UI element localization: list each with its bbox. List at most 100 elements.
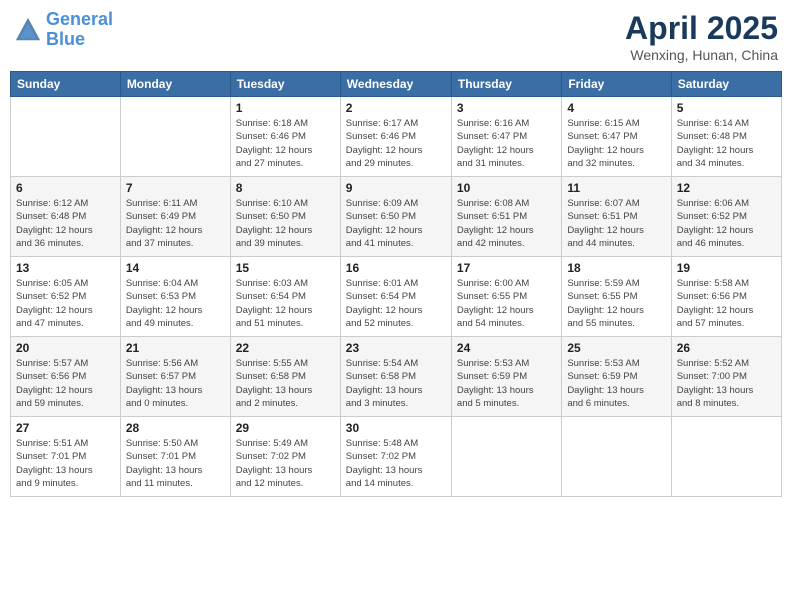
day-number: 2 bbox=[346, 101, 446, 115]
day-number: 9 bbox=[346, 181, 446, 195]
day-number: 22 bbox=[236, 341, 335, 355]
logo-icon bbox=[14, 16, 42, 44]
day-number: 8 bbox=[236, 181, 335, 195]
day-info: Sunrise: 6:17 AM Sunset: 6:46 PM Dayligh… bbox=[346, 117, 446, 170]
day-info: Sunrise: 5:48 AM Sunset: 7:02 PM Dayligh… bbox=[346, 437, 446, 490]
calendar-cell: 7 Sunrise: 6:11 AM Sunset: 6:49 PM Daylig… bbox=[120, 177, 230, 257]
calendar-cell: 5 Sunrise: 6:14 AM Sunset: 6:48 PM Daylig… bbox=[671, 97, 781, 177]
day-info: Sunrise: 6:07 AM Sunset: 6:51 PM Dayligh… bbox=[567, 197, 665, 250]
day-info: Sunrise: 5:55 AM Sunset: 6:58 PM Dayligh… bbox=[236, 357, 335, 410]
day-info: Sunrise: 6:03 AM Sunset: 6:54 PM Dayligh… bbox=[236, 277, 335, 330]
day-header-friday: Friday bbox=[562, 72, 671, 97]
day-info: Sunrise: 6:16 AM Sunset: 6:47 PM Dayligh… bbox=[457, 117, 556, 170]
day-number: 14 bbox=[126, 261, 225, 275]
day-info: Sunrise: 6:18 AM Sunset: 6:46 PM Dayligh… bbox=[236, 117, 335, 170]
week-row-2: 6Sunrise: 6:12 AM Sunset: 6:48 PM Daylig… bbox=[11, 177, 782, 257]
day-number: 27 bbox=[16, 421, 115, 435]
month-title: April 2025 bbox=[625, 10, 778, 47]
logo: General Blue bbox=[14, 10, 113, 50]
week-row-4: 20 Sunrise: 5:57 AM Sunset: 6:56 PM Dayli… bbox=[11, 337, 782, 417]
day-number: 24 bbox=[457, 341, 556, 355]
day-info: Sunrise: 5:51 AM Sunset: 7:01 PM Dayligh… bbox=[16, 437, 115, 490]
day-header-thursday: Thursday bbox=[451, 72, 561, 97]
day-number: 25 bbox=[567, 341, 665, 355]
week-row-1: 1 Sunrise: 6:18 AM Sunset: 6:46 PM Daylig… bbox=[11, 97, 782, 177]
calendar-cell: 26 Sunrise: 5:52 AM Sunset: 7:00 PM Dayli… bbox=[671, 337, 781, 417]
day-header-sunday: Sunday bbox=[11, 72, 121, 97]
day-number: 11 bbox=[567, 181, 665, 195]
day-info: Sunrise: 6:00 AM Sunset: 6:55 PM Dayligh… bbox=[457, 277, 556, 330]
calendar-cell: 3Sunrise: 6:16 AM Sunset: 6:47 PM Daylig… bbox=[451, 97, 561, 177]
calendar-cell: 13 Sunrise: 6:05 AM Sunset: 6:52 PM Dayli… bbox=[11, 257, 121, 337]
page-header: General Blue April 2025 Wenxing, Hunan, … bbox=[10, 10, 782, 63]
day-number: 12 bbox=[677, 181, 776, 195]
day-info: Sunrise: 6:01 AM Sunset: 6:54 PM Dayligh… bbox=[346, 277, 446, 330]
day-info: Sunrise: 5:52 AM Sunset: 7:00 PM Dayligh… bbox=[677, 357, 776, 410]
day-number: 7 bbox=[126, 181, 225, 195]
day-number: 1 bbox=[236, 101, 335, 115]
day-header-monday: Monday bbox=[120, 72, 230, 97]
day-info: Sunrise: 6:15 AM Sunset: 6:47 PM Dayligh… bbox=[567, 117, 665, 170]
calendar-cell: 11 Sunrise: 6:07 AM Sunset: 6:51 PM Dayli… bbox=[562, 177, 671, 257]
day-number: 20 bbox=[16, 341, 115, 355]
week-row-3: 13 Sunrise: 6:05 AM Sunset: 6:52 PM Dayli… bbox=[11, 257, 782, 337]
day-info: Sunrise: 6:09 AM Sunset: 6:50 PM Dayligh… bbox=[346, 197, 446, 250]
day-number: 15 bbox=[236, 261, 335, 275]
calendar-cell bbox=[11, 97, 121, 177]
day-info: Sunrise: 5:56 AM Sunset: 6:57 PM Dayligh… bbox=[126, 357, 225, 410]
day-info: Sunrise: 6:10 AM Sunset: 6:50 PM Dayligh… bbox=[236, 197, 335, 250]
calendar-cell: 23Sunrise: 5:54 AM Sunset: 6:58 PM Dayli… bbox=[340, 337, 451, 417]
calendar-cell: 27 Sunrise: 5:51 AM Sunset: 7:01 PM Dayli… bbox=[11, 417, 121, 497]
day-info: Sunrise: 5:53 AM Sunset: 6:59 PM Dayligh… bbox=[457, 357, 556, 410]
calendar-cell: 16 Sunrise: 6:01 AM Sunset: 6:54 PM Dayli… bbox=[340, 257, 451, 337]
day-info: Sunrise: 6:08 AM Sunset: 6:51 PM Dayligh… bbox=[457, 197, 556, 250]
calendar-cell bbox=[562, 417, 671, 497]
day-number: 30 bbox=[346, 421, 446, 435]
location: Wenxing, Hunan, China bbox=[625, 47, 778, 63]
calendar-cell: 10 Sunrise: 6:08 AM Sunset: 6:51 PM Dayli… bbox=[451, 177, 561, 257]
calendar-cell: 21 Sunrise: 5:56 AM Sunset: 6:57 PM Dayli… bbox=[120, 337, 230, 417]
day-info: Sunrise: 6:05 AM Sunset: 6:52 PM Dayligh… bbox=[16, 277, 115, 330]
calendar-cell: 24 Sunrise: 5:53 AM Sunset: 6:59 PM Dayli… bbox=[451, 337, 561, 417]
calendar-cell: 15 Sunrise: 6:03 AM Sunset: 6:54 PM Dayli… bbox=[230, 257, 340, 337]
day-number: 26 bbox=[677, 341, 776, 355]
day-info: Sunrise: 5:58 AM Sunset: 6:56 PM Dayligh… bbox=[677, 277, 776, 330]
calendar-cell: 6Sunrise: 6:12 AM Sunset: 6:48 PM Daylig… bbox=[11, 177, 121, 257]
day-info: Sunrise: 6:06 AM Sunset: 6:52 PM Dayligh… bbox=[677, 197, 776, 250]
day-info: Sunrise: 6:14 AM Sunset: 6:48 PM Dayligh… bbox=[677, 117, 776, 170]
day-number: 6 bbox=[16, 181, 115, 195]
day-header-wednesday: Wednesday bbox=[340, 72, 451, 97]
calendar-cell: 8 Sunrise: 6:10 AM Sunset: 6:50 PM Daylig… bbox=[230, 177, 340, 257]
day-info: Sunrise: 5:49 AM Sunset: 7:02 PM Dayligh… bbox=[236, 437, 335, 490]
day-header-saturday: Saturday bbox=[671, 72, 781, 97]
calendar-cell: 1 Sunrise: 6:18 AM Sunset: 6:46 PM Daylig… bbox=[230, 97, 340, 177]
day-number: 10 bbox=[457, 181, 556, 195]
title-block: April 2025 Wenxing, Hunan, China bbox=[625, 10, 778, 63]
calendar-cell: 25Sunrise: 5:53 AM Sunset: 6:59 PM Dayli… bbox=[562, 337, 671, 417]
calendar-cell: 4 Sunrise: 6:15 AM Sunset: 6:47 PM Daylig… bbox=[562, 97, 671, 177]
day-number: 13 bbox=[16, 261, 115, 275]
calendar-cell: 12 Sunrise: 6:06 AM Sunset: 6:52 PM Dayli… bbox=[671, 177, 781, 257]
calendar-cell: 29 Sunrise: 5:49 AM Sunset: 7:02 PM Dayli… bbox=[230, 417, 340, 497]
day-header-tuesday: Tuesday bbox=[230, 72, 340, 97]
calendar-cell: 30 Sunrise: 5:48 AM Sunset: 7:02 PM Dayli… bbox=[340, 417, 451, 497]
calendar-cell: 14 Sunrise: 6:04 AM Sunset: 6:53 PM Dayli… bbox=[120, 257, 230, 337]
calendar-cell: 28Sunrise: 5:50 AM Sunset: 7:01 PM Dayli… bbox=[120, 417, 230, 497]
day-number: 19 bbox=[677, 261, 776, 275]
day-info: Sunrise: 5:57 AM Sunset: 6:56 PM Dayligh… bbox=[16, 357, 115, 410]
day-info: Sunrise: 6:04 AM Sunset: 6:53 PM Dayligh… bbox=[126, 277, 225, 330]
day-info: Sunrise: 6:11 AM Sunset: 6:49 PM Dayligh… bbox=[126, 197, 225, 250]
calendar-cell bbox=[671, 417, 781, 497]
calendar-cell: 9 Sunrise: 6:09 AM Sunset: 6:50 PM Daylig… bbox=[340, 177, 451, 257]
day-number: 16 bbox=[346, 261, 446, 275]
logo-text: General Blue bbox=[46, 10, 113, 50]
day-number: 5 bbox=[677, 101, 776, 115]
day-number: 21 bbox=[126, 341, 225, 355]
day-info: Sunrise: 5:59 AM Sunset: 6:55 PM Dayligh… bbox=[567, 277, 665, 330]
day-number: 17 bbox=[457, 261, 556, 275]
day-number: 29 bbox=[236, 421, 335, 435]
calendar-cell: 18Sunrise: 5:59 AM Sunset: 6:55 PM Dayli… bbox=[562, 257, 671, 337]
day-number: 4 bbox=[567, 101, 665, 115]
day-info: Sunrise: 5:54 AM Sunset: 6:58 PM Dayligh… bbox=[346, 357, 446, 410]
day-info: Sunrise: 5:50 AM Sunset: 7:01 PM Dayligh… bbox=[126, 437, 225, 490]
